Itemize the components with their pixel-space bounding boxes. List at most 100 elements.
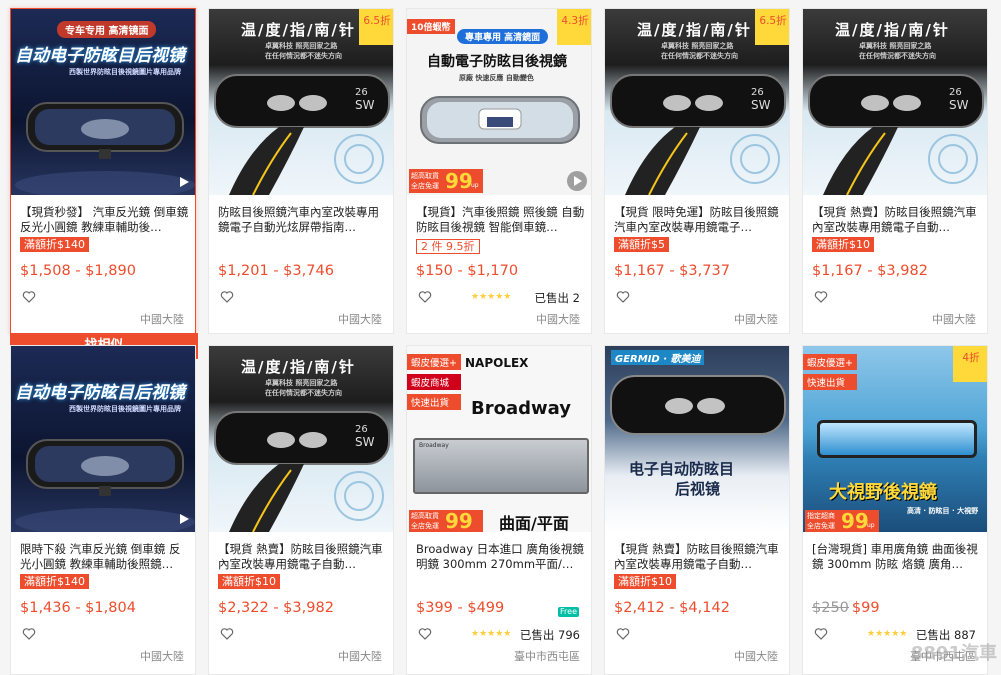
product-title[interactable]: 限時下殺 汽車反光鏡 倒車鏡 反光小圓鏡 教練車輔助後照鏡… xyxy=(20,542,190,572)
free-shipping-badge: 指定超商 全店免運 99 up xyxy=(805,509,879,532)
product-title[interactable]: 防眩目後照鏡汽車內室改裝專用鏡電子自動光炫屏帶指南… xyxy=(218,205,388,235)
product-image[interactable]: 10倍蝦幣 專車專用 高清鏡面 自動電子防眩目後視鏡 原廠 快速反應 自動變色 … xyxy=(407,9,591,195)
product-title[interactable]: 【現貨 熱賣】防眩目後照鏡汽車內室改裝專用鏡電子自動… xyxy=(812,205,982,235)
rating-stars: ★★★★★ xyxy=(867,629,908,639)
free-shipping-icon: Free xyxy=(558,607,579,617)
free-shipping-up: up xyxy=(471,182,479,189)
product-image[interactable]: GERMID · 歌美迪 电子自动防眩目 后视镜 xyxy=(605,346,789,532)
heart-icon[interactable] xyxy=(616,627,630,641)
image-badge: 快速出貨 xyxy=(407,394,461,410)
watermark: 8891汽車 xyxy=(910,643,997,664)
shop-location: 中國大陸 xyxy=(338,650,382,663)
product-image[interactable]: 温/度/指/南/针 卓翼科技 照亮回家之路 在任何情況都不迷失方向 26 SW … xyxy=(209,9,393,195)
image-badge: 快速出貨 xyxy=(803,374,857,390)
product-image[interactable]: 温/度/指/南/针 卓翼科技 照亮回家之路 在任何情況都不迷失方向 26 SW xyxy=(209,346,393,532)
image-headline: 大視野後視鏡 xyxy=(829,482,937,503)
mirror-illustration: Broadway xyxy=(413,438,589,494)
shop-location: 中國大陸 xyxy=(338,313,382,326)
product-card[interactable]: 蝦皮優選+ 快速出貨 大視野後視鏡 高清 · 防眩目 · 大視野 指定超商 全店… xyxy=(802,345,988,675)
product-card[interactable]: 温/度/指/南/针 卓翼科技 照亮回家之路 在任何情況都不迷失方向 26 SW … xyxy=(604,8,790,334)
price-range: $1,436 - $1,804 xyxy=(20,600,136,616)
svg-text:SW: SW xyxy=(355,98,375,112)
product-card[interactable]: 蝦皮優選+ 蝦皮商城 快速出貨 NAPOLEX Broadway Broadwa… xyxy=(406,345,592,675)
promo-badge: 滿額折$10 xyxy=(812,237,874,252)
sold-count: 已售出 796 xyxy=(519,628,580,642)
bundle-promo: 2 件 9.5折 xyxy=(416,239,480,254)
product-card[interactable]: 温/度/指/南/针 卓翼科技 照亮回家之路 在任何情況都不迷失方向 26 SW … xyxy=(802,8,988,334)
shop-location: 中國大陸 xyxy=(734,650,778,663)
video-play-icon xyxy=(180,514,189,524)
product-grid: 专车专用 高清镜面 自动电子防眩目后视镜 西製世界防眩目後視鏡圖片專用品牌 【現… xyxy=(0,0,1001,675)
image-badge: 蝦皮商城 xyxy=(407,374,461,390)
product-card[interactable]: 温/度/指/南/针 卓翼科技 照亮回家之路 在任何情況都不迷失方向 26 SW … xyxy=(208,345,394,675)
product-card[interactable]: 自动电子防眩目后视镜 西製世界防眩目後視鏡圖片專用品牌 限時下殺 汽車反光鏡 倒… xyxy=(10,345,196,675)
discount-tag: 4折 xyxy=(953,346,987,382)
product-card[interactable]: 温/度/指/南/针 卓翼科技 照亮回家之路 在任何情況都不迷失方向 26 SW … xyxy=(208,8,394,334)
product-title[interactable]: 【現貨】汽車後照鏡 照後鏡 自動防眩目後視鏡 智能倒車鏡… xyxy=(416,205,586,235)
product-title[interactable]: 【現貨秒發】 汽車反光鏡 倒車鏡 反光小圓鏡 教練車輔助後… xyxy=(20,205,190,235)
price-range: $399 - $499 xyxy=(416,600,505,616)
mirror-illustration xyxy=(610,375,786,435)
product-image[interactable]: 自动电子防眩目后视镜 西製世界防眩目後視鏡圖片專用品牌 xyxy=(11,346,195,532)
shop-location: 中國大陸 xyxy=(932,313,976,326)
heart-icon[interactable] xyxy=(220,627,234,641)
product-card[interactable]: 10倍蝦幣 專車專用 高清鏡面 自動電子防眩目後視鏡 原廠 快速反應 自動變色 … xyxy=(406,8,592,334)
heart-icon[interactable] xyxy=(616,290,630,304)
shop-location: 臺中市西屯區 xyxy=(514,650,580,663)
product-title[interactable]: 【現貨 熱賣】防眩目後照鏡汽車內室改裝專用鏡電子自動… xyxy=(614,542,784,572)
product-price: $1,436 - $1,804 xyxy=(20,600,136,616)
product-price: $250 $99 xyxy=(812,600,880,616)
mirror-label: Broadway xyxy=(419,442,449,449)
product-title[interactable]: Broadway 日本進口 廣角後視鏡 明鏡 300mm 270mm平面/… xyxy=(416,542,586,572)
product-price: $2,412 - $4,142 xyxy=(614,600,730,616)
price-range: $150 - $1,170 xyxy=(416,263,519,279)
svg-text:SW: SW xyxy=(751,98,771,112)
heart-icon[interactable] xyxy=(22,627,36,641)
product-image[interactable]: 专车专用 高清镜面 自动电子防眩目后视镜 西製世界防眩目後視鏡圖片專用品牌 xyxy=(11,9,195,195)
free-shipping-line1: 指定超商 xyxy=(807,512,835,520)
mirror-illustration xyxy=(15,439,195,532)
product-card[interactable]: GERMID · 歌美迪 电子自动防眩目 后视镜 【現貨 熱賣】防眩目後照鏡汽車… xyxy=(604,345,790,675)
price-range: $1,201 - $3,746 xyxy=(218,263,334,279)
heart-icon[interactable] xyxy=(418,290,432,304)
free-shipping-line1: 超高取貨 xyxy=(411,172,439,180)
product-image[interactable]: 温/度/指/南/针 卓翼科技 照亮回家之路 在任何情況都不迷失方向 26 SW xyxy=(803,9,987,195)
promo-badge: 滿額折$10 xyxy=(614,574,676,589)
product-title[interactable]: 【現貨 熱賣】防眩目後照鏡汽車內室改裝專用鏡電子自動… xyxy=(218,542,388,572)
shop-location: 中國大陸 xyxy=(140,650,184,663)
image-bottom-text: 曲面/平面 xyxy=(499,514,569,532)
product-title[interactable]: [台灣現貨] 車用廣角鏡 曲面後視鏡 300mm 防眩 烙鏡 廣角… xyxy=(812,542,982,572)
discount-value: 6.5折 xyxy=(759,15,787,27)
price-range: $2,322 - $3,982 xyxy=(218,600,334,616)
image-badges: 蝦皮優選+ 蝦皮商城 快速出貨 xyxy=(407,354,461,414)
product-card[interactable]: 专车专用 高清镜面 自动电子防眩目后视镜 西製世界防眩目後視鏡圖片專用品牌 【現… xyxy=(10,8,196,334)
product-title[interactable]: 【現貨 限時免運】防眩目後照鏡汽車內室改裝專用鏡電子… xyxy=(614,205,784,235)
heart-icon[interactable] xyxy=(814,290,828,304)
free-shipping-amount: 99 xyxy=(445,509,473,532)
product-image[interactable]: 蝦皮優選+ 快速出貨 大視野後視鏡 高清 · 防眩目 · 大視野 指定超商 全店… xyxy=(803,346,987,532)
svg-text:26: 26 xyxy=(355,424,368,435)
heart-icon[interactable] xyxy=(220,290,234,304)
product-price: $399 - $499 xyxy=(416,600,504,616)
price-range: $1,167 - $3,737 xyxy=(614,263,730,279)
free-shipping-line2: 全店免運 xyxy=(411,182,439,190)
shop-location: 中國大陸 xyxy=(140,313,184,326)
rating-stars: ★★★★★ xyxy=(471,292,512,302)
image-badge: 蝦皮優選+ xyxy=(803,354,857,370)
price-range: $1,167 - $3,982 xyxy=(812,263,928,279)
original-price: $250 xyxy=(812,600,849,616)
product-price: $1,167 - $3,982 xyxy=(812,263,928,279)
shop-location: 中國大陸 xyxy=(734,313,778,326)
sold-count: 已售出 2 xyxy=(534,291,580,305)
free-shipping-line1: 超高取貨 xyxy=(411,512,439,520)
free-shipping-amount: 99 xyxy=(841,509,869,532)
product-image[interactable]: 温/度/指/南/针 卓翼科技 照亮回家之路 在任何情況都不迷失方向 26 SW … xyxy=(605,9,789,195)
heart-icon[interactable] xyxy=(418,627,432,641)
promo-badge: 滿額折$10 xyxy=(218,574,280,589)
heart-icon[interactable] xyxy=(814,627,828,641)
rating-stars: ★★★★★ xyxy=(471,629,512,639)
product-price: $1,508 - $1,890 xyxy=(20,263,136,279)
heart-icon[interactable] xyxy=(22,290,36,304)
product-image[interactable]: 蝦皮優選+ 蝦皮商城 快速出貨 NAPOLEX Broadway Broadwa… xyxy=(407,346,591,532)
promo-badge: 滿額折$140 xyxy=(20,574,89,589)
